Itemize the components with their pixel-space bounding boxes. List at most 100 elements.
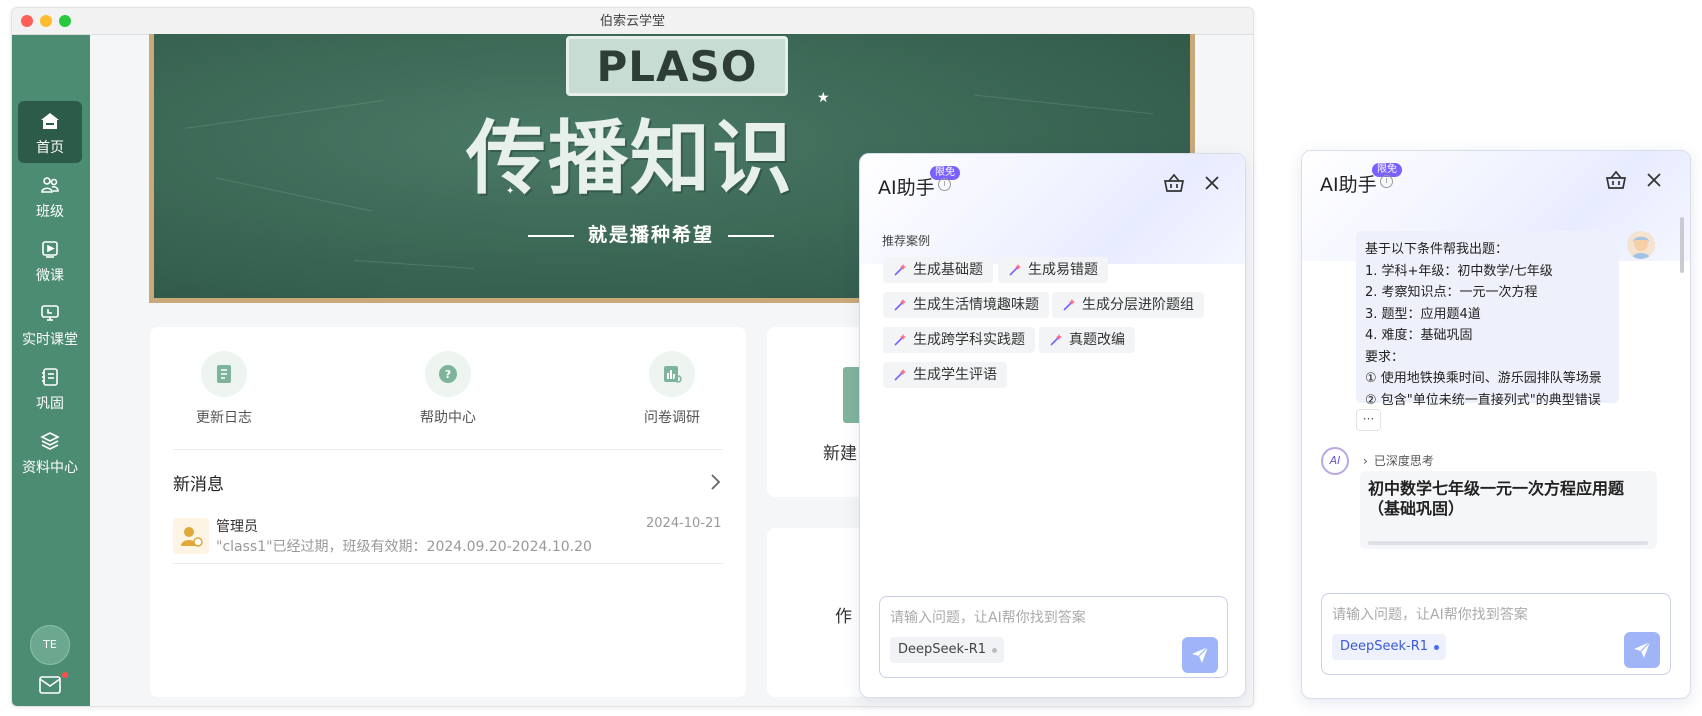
scrollbar[interactable] (1680, 217, 1684, 273)
info-icon[interactable]: i (938, 178, 951, 191)
ai-question-input[interactable]: 请输入问题，让AI帮你找到答案 DeepSeek-R1 (879, 596, 1228, 678)
deep-thinking-toggle[interactable]: › 已深度思考 (1363, 452, 1434, 469)
layers-icon (40, 432, 60, 450)
magic-wand-icon (1050, 334, 1062, 346)
title-bar: 伯索云学堂 (12, 8, 1253, 35)
chevron-right-icon: › (1363, 454, 1368, 468)
sidebar-item-class[interactable]: 班级 (18, 165, 82, 227)
message-body[interactable]: "class1"已经过期，班级有效期：2024.09.20-2024.10.20 (216, 536, 592, 556)
star-icon: ✦ (506, 186, 515, 197)
create-card[interactable]: 新建 (767, 327, 867, 497)
status-dot (1434, 645, 1440, 650)
basket-icon[interactable] (1604, 168, 1628, 192)
chip-tiered-question-set[interactable]: 生成分层进阶题组 (1052, 292, 1204, 318)
user-message-line: ① 使用地铁换乘时间、游乐园排队等场景 (1365, 371, 1602, 386)
mail-icon[interactable] (39, 676, 61, 694)
notebook-icon (42, 368, 58, 386)
quick-link-label: 问卷调研 (644, 410, 700, 426)
chevron-right-icon[interactable] (707, 473, 723, 491)
message-sender: 管理员 (216, 519, 258, 535)
status-dot (992, 648, 998, 653)
video-icon (42, 241, 58, 258)
plaso-logo: PLASO (566, 36, 788, 96)
magic-wand-icon (1009, 264, 1021, 276)
star-icon: ★ (817, 90, 830, 106)
message-date: 2024-10-21 (646, 516, 722, 531)
chip-error-prone-question[interactable]: 生成易错题 (998, 257, 1108, 283)
quick-link-changelog[interactable]: 更新日志 (164, 351, 284, 427)
user-message-line: 2. 考察知识点：一元一次方程 (1365, 285, 1538, 300)
user-message-line: 要求： (1365, 349, 1405, 365)
sidebar: 首页 班级 微课 实时课堂 巩固 资料中心 TE (12, 35, 90, 706)
banner-subslogan: 就是播种希望 (514, 220, 788, 247)
divider (173, 449, 723, 450)
magic-wand-icon (894, 334, 906, 346)
user-message-line: 1. 学科+年级：初中数学/七年级 (1365, 263, 1553, 279)
sidebar-item-home[interactable]: 首页 (18, 101, 82, 163)
user-avatar[interactable]: TE (30, 625, 70, 665)
help-icon: ? (439, 365, 457, 383)
send-button[interactable] (1624, 632, 1660, 668)
quick-link-label: 帮助中心 (420, 410, 476, 426)
model-selector[interactable]: DeepSeek-R1 (1332, 634, 1447, 660)
chip-student-comment[interactable]: 生成学生评语 (883, 362, 1007, 388)
quick-link-survey[interactable]: 问卷调研 (612, 351, 732, 427)
messages-title: 新消息 (173, 475, 224, 495)
input-placeholder: 请输入问题，让AI帮你找到答案 (890, 610, 1086, 626)
svg-text:?: ? (445, 368, 451, 381)
basket-icon[interactable] (1162, 171, 1186, 195)
sidebar-item-label: 资料中心 (22, 460, 78, 476)
user-message-line: ② 包含"单位未统一直接列式"的典型错误 (1365, 392, 1601, 408)
send-button[interactable] (1182, 637, 1218, 673)
magic-wand-icon (1063, 299, 1075, 311)
answer-title: 初中数学七年级一元一次方程应用题（基础巩固） (1368, 479, 1625, 518)
banner-slogan: 传播知识 (466, 112, 794, 205)
recommend-title: 推荐案例 (882, 234, 931, 248)
sidebar-item-microlesson[interactable]: 微课 (18, 229, 82, 291)
input-placeholder: 请输入问题，让AI帮你找到答案 (1332, 607, 1528, 623)
window-title: 伯索云学堂 (599, 14, 665, 29)
divider (173, 563, 723, 564)
close-icon[interactable] (1642, 168, 1666, 192)
user-message-line: 3. 题型：应用题4道 (1365, 306, 1481, 322)
homework-label: 作 (835, 607, 852, 627)
chip-life-scenario-question[interactable]: 生成生活情境趣味题 (883, 292, 1049, 318)
magic-wand-icon (894, 299, 906, 311)
magic-wand-icon (894, 369, 906, 381)
sidebar-item-label: 微课 (36, 268, 64, 284)
unread-dot (62, 672, 68, 678)
create-label: 新建 (823, 444, 857, 464)
chip-basic-question[interactable]: 生成基础题 (883, 257, 993, 283)
model-selector[interactable]: DeepSeek-R1 (890, 637, 1005, 663)
users-icon (41, 177, 59, 193)
quick-link-help[interactable]: ? 帮助中心 (388, 351, 508, 427)
send-icon (1192, 646, 1209, 663)
sidebar-item-label: 首页 (36, 140, 64, 156)
ai-panel-title: AI助手 (878, 177, 935, 199)
sidebar-item-resource-center[interactable]: 资料中心 (18, 421, 82, 483)
user-avatar (1627, 231, 1655, 259)
ai-chat-input[interactable]: 请输入问题，让AI帮你找到答案 DeepSeek-R1 (1321, 593, 1671, 675)
user-message-line: 基于以下条件帮我出题： (1365, 242, 1509, 257)
sidebar-item-label: 实时课堂 (22, 332, 78, 348)
admin-icon (173, 518, 209, 554)
sidebar-item-consolidate[interactable]: 巩固 (18, 357, 82, 419)
magic-wand-icon (894, 264, 906, 276)
more-button[interactable]: ··· (1356, 409, 1381, 431)
chip-adapt-exam-question[interactable]: 真题改编 (1039, 327, 1135, 353)
homework-card[interactable]: 作 (767, 528, 867, 697)
survey-icon (664, 366, 682, 383)
quick-link-label: 更新日志 (196, 410, 252, 426)
close-icon[interactable] (1200, 171, 1224, 195)
live-class-icon (41, 305, 59, 321)
ai-chat-panel: AI助手 限免 i 基于以下条件帮我出题： 1. 学科+年级：初中数学/七年级 … (1301, 150, 1691, 699)
chip-interdisciplinary-question[interactable]: 生成跨学科实践题 (883, 327, 1035, 353)
sidebar-item-label: 班级 (36, 204, 64, 220)
info-icon[interactable]: i (1380, 175, 1393, 188)
answer-divider (1368, 541, 1648, 545)
ai-chat-title: AI助手 (1320, 174, 1377, 196)
sidebar-item-live-class[interactable]: 实时课堂 (18, 293, 82, 355)
ai-assistant-panel: AI助手 限免 i 推荐案例 生成基础题 生成易错题 生成生活情境趣味题 生成分… (859, 153, 1246, 698)
ai-answer: 初中数学七年级一元一次方程应用题（基础巩固） (1360, 471, 1657, 549)
user-message-line: 4. 难度：基础巩固 (1365, 328, 1473, 343)
